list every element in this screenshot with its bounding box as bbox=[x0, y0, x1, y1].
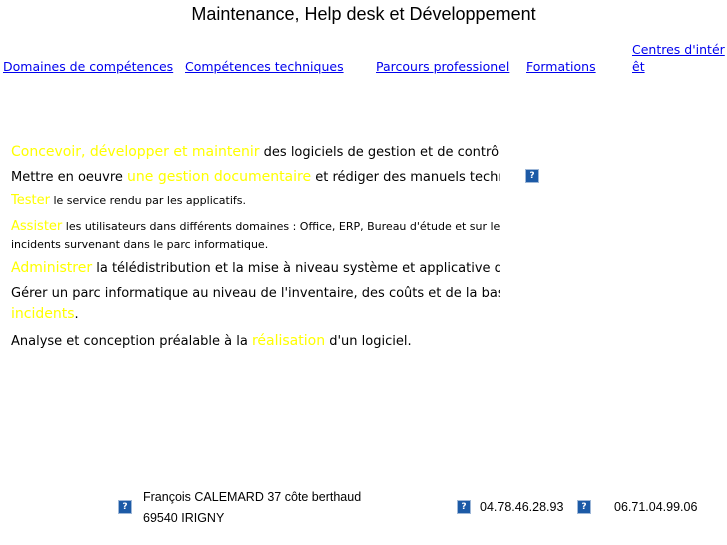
highlight-word: Concevoir, développer et maintenir bbox=[11, 144, 260, 160]
broken-image-icon: ? bbox=[457, 500, 471, 514]
item-text: le service rendu par les applicatifs. bbox=[49, 194, 247, 207]
item-text: d'un logiciel. bbox=[325, 334, 412, 349]
competences-list: Concevoir, développer et maintenir des l… bbox=[11, 140, 500, 354]
item-text: Mettre en oeuvre bbox=[11, 170, 128, 185]
mobile-number: 06.71.04.99.06 bbox=[614, 500, 698, 514]
highlight-word: une gestion documentaire bbox=[127, 169, 312, 185]
list-item: Concevoir, développer et maintenir des l… bbox=[11, 140, 500, 165]
list-item: Mettre en oeuvre une gestion documentair… bbox=[11, 165, 500, 190]
list-item: Administrer la télédistribution et la mi… bbox=[11, 256, 500, 281]
item-text: la télédistribution et la mise à niveau … bbox=[96, 261, 500, 276]
phone-number: 04.78.46.28.93 bbox=[480, 500, 564, 514]
highlight-word: réalisation bbox=[251, 333, 326, 349]
list-item: Tester le service rendu par les applicat… bbox=[11, 192, 500, 210]
list-item: Assister les utilisateurs dans différent… bbox=[11, 218, 500, 236]
highlight-word: Tester bbox=[11, 193, 50, 208]
item-text: des logiciels de gestion et de contrôle bbox=[259, 145, 500, 160]
nav-link-parcours[interactable]: Parcours professionel bbox=[376, 58, 509, 75]
highlight-word: incidents bbox=[11, 306, 75, 322]
highlight-word: Administrer bbox=[11, 260, 93, 276]
broken-image-icon: ? bbox=[118, 500, 132, 514]
broken-image-icon: ? bbox=[525, 169, 539, 183]
item-text: et rédiger des manuels techniques bbox=[315, 170, 500, 185]
broken-image-icon: ? bbox=[577, 500, 591, 514]
highlight-word: Assister bbox=[11, 219, 63, 234]
address-city: 69540 IRIGNY bbox=[143, 511, 225, 525]
item-text: Gérer un parc informatique au niveau de … bbox=[11, 286, 500, 301]
item-text: incidents survenant dans le parc informa… bbox=[11, 238, 269, 251]
nav-link-centres[interactable]: Centres d'intérêt bbox=[632, 41, 727, 75]
list-item-continued: incidents survenant dans le parc informa… bbox=[11, 236, 500, 254]
nav-link-competences[interactable]: Compétences techniques bbox=[185, 58, 344, 75]
item-text: Analyse et conception préalable à la bbox=[11, 334, 252, 349]
list-item: Gérer un parc informatique au niveau de … bbox=[11, 281, 500, 306]
page-title: Maintenance, Help desk et Développement bbox=[191, 4, 536, 24]
item-text: les utilisateurs dans différents domaine… bbox=[62, 220, 500, 233]
nav-link-domaines[interactable]: Domaines de compétences bbox=[3, 58, 173, 75]
item-text: . bbox=[74, 307, 79, 322]
nav-link-formations[interactable]: Formations bbox=[526, 58, 596, 75]
list-item: Analyse et conception préalable à la réa… bbox=[11, 329, 500, 354]
address-line: François CALEMARD 37 côte berthaud bbox=[143, 490, 362, 504]
